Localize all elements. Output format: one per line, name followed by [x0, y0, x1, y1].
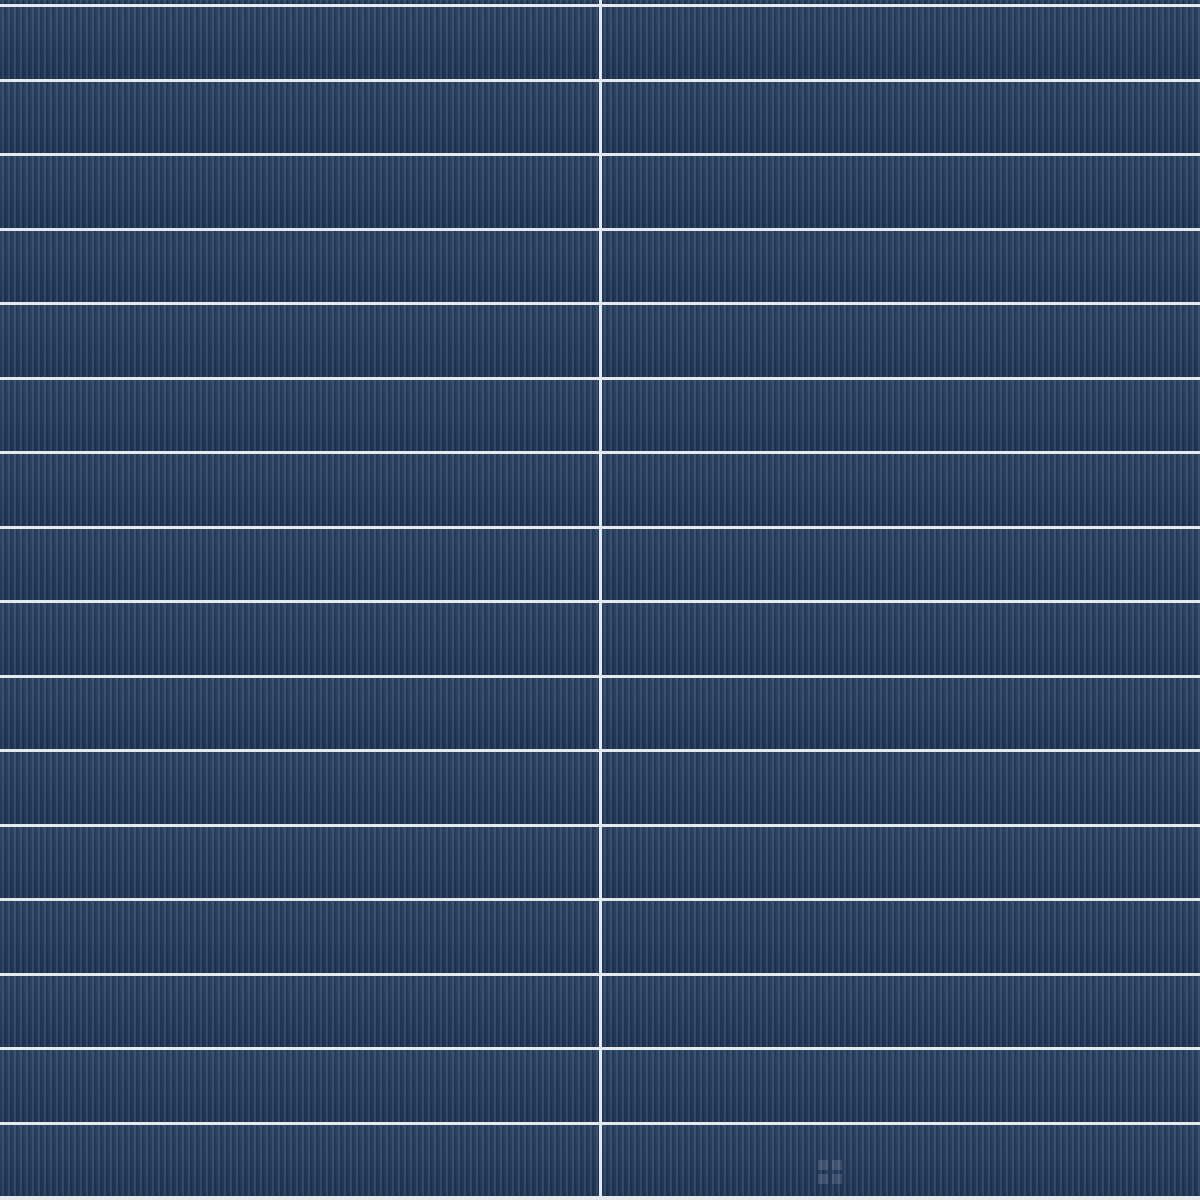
tile: [601, 826, 1200, 898]
tile: [0, 305, 599, 377]
tile: [601, 528, 1200, 600]
tile: [0, 454, 599, 526]
tile: [0, 81, 599, 153]
tile: [601, 305, 1200, 377]
tile: [601, 230, 1200, 302]
tile: [601, 901, 1200, 973]
tile: [601, 81, 1200, 153]
tile: [0, 752, 599, 824]
tile: [601, 379, 1200, 451]
tile: [0, 826, 599, 898]
watermark-icon: [818, 1160, 842, 1184]
tile: [601, 454, 1200, 526]
tile: [601, 7, 1200, 79]
tile: [0, 156, 599, 228]
tile: [0, 1050, 599, 1122]
tile: [0, 603, 599, 675]
tile: [601, 752, 1200, 824]
tile: [0, 230, 599, 302]
tile: [0, 528, 599, 600]
tile: [0, 677, 599, 749]
tile: [601, 603, 1200, 675]
tile: [601, 0, 1200, 4]
tile: [0, 379, 599, 451]
tile: [0, 7, 599, 79]
tile: [0, 975, 599, 1047]
tile: [601, 975, 1200, 1047]
tile: [0, 901, 599, 973]
tile: [601, 677, 1200, 749]
tile: [601, 1050, 1200, 1122]
tile: [601, 156, 1200, 228]
tile-wall: [0, 0, 1200, 1200]
tile: [0, 0, 599, 4]
tile: [601, 1124, 1200, 1196]
tile: [0, 1124, 599, 1196]
